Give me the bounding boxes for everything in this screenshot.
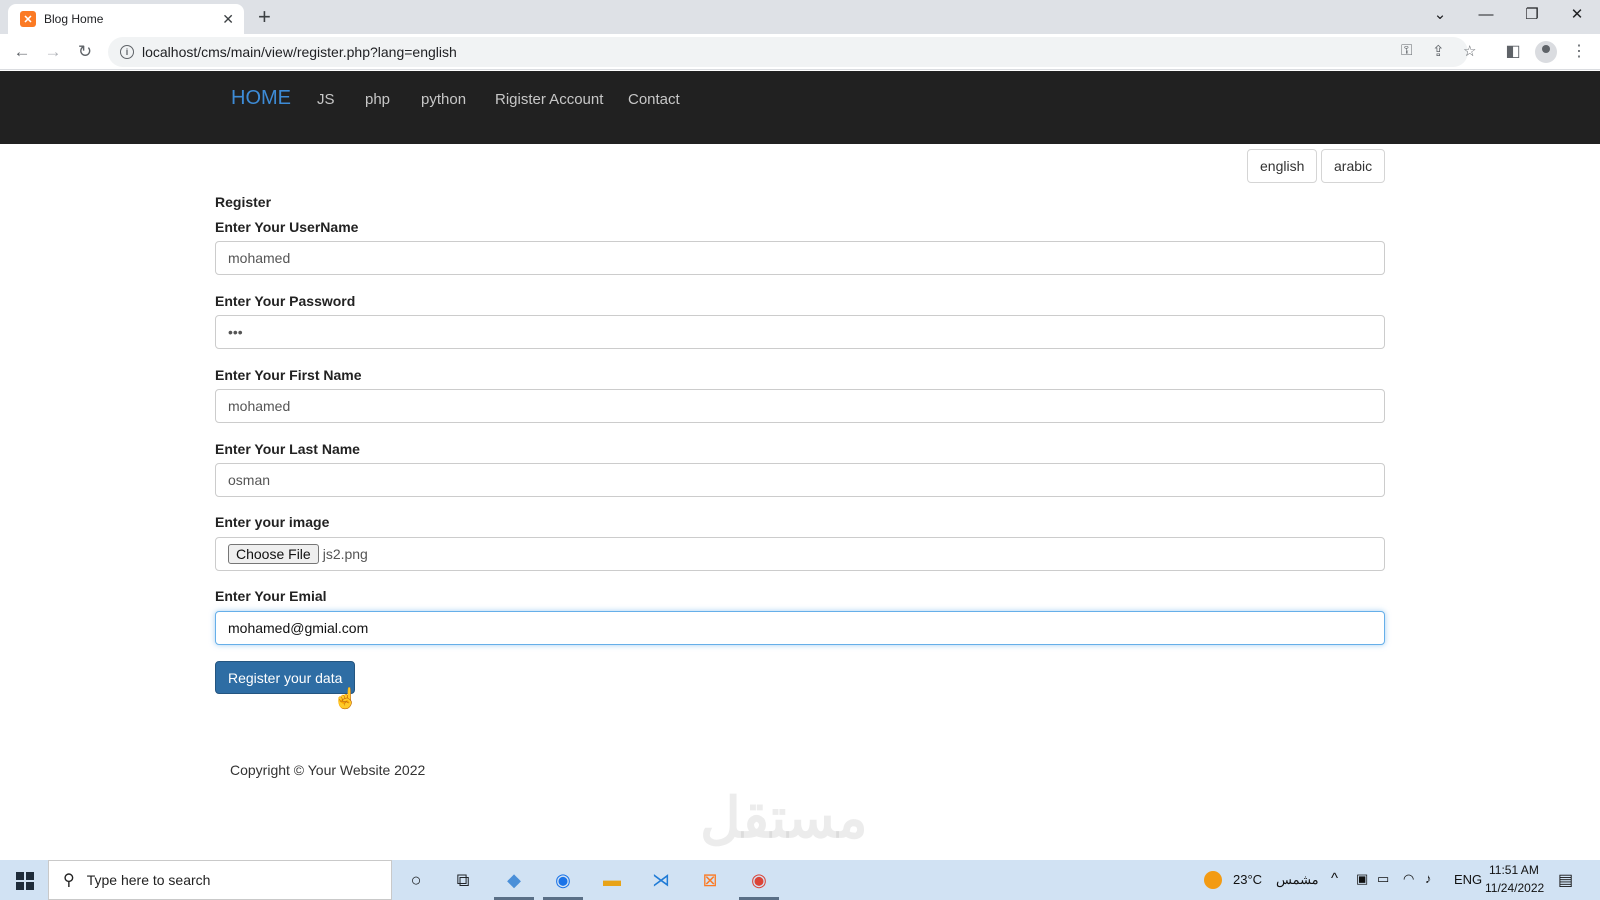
file-explorer-icon[interactable]: ▬ <box>599 868 625 892</box>
email-label: Enter Your Emial <box>215 588 327 604</box>
wifi-icon[interactable]: ◠ <box>1403 871 1414 887</box>
bookmark-star-icon[interactable]: ☆ <box>1463 42 1476 60</box>
hand-cursor-icon: ☝ <box>333 688 358 710</box>
windows-start-icon[interactable] <box>16 872 34 890</box>
xampp-icon[interactable]: ⊠ <box>697 868 723 892</box>
image-label: Enter your image <box>215 514 330 530</box>
form-title: Register <box>215 194 272 210</box>
minimize-button[interactable]: — <box>1463 2 1509 28</box>
battery-icon[interactable]: ▭ <box>1377 871 1389 887</box>
first-name-label: Enter Your First Name <box>215 367 362 383</box>
last-name-label: Enter Your Last Name <box>215 441 360 457</box>
vscode-icon[interactable]: ⋊ <box>648 868 674 892</box>
forward-icon[interactable]: → <box>40 39 66 65</box>
weather-condition[interactable]: مشمس <box>1276 872 1319 888</box>
volume-icon[interactable]: ♪ <box>1425 871 1432 886</box>
close-tab-icon[interactable]: ✕ <box>222 11 234 28</box>
last-name-input[interactable] <box>215 463 1385 497</box>
selected-file-name: js2.png <box>322 546 368 562</box>
task-view-icon[interactable]: ⧉ <box>450 868 476 892</box>
close-window-button[interactable]: ✕ <box>1554 2 1600 28</box>
password-label: Enter Your Password <box>215 293 356 309</box>
cortana-icon[interactable]: ○ <box>403 868 429 892</box>
url-text[interactable]: localhost/cms/main/view/register.php?lan… <box>142 44 457 60</box>
nav-link-python[interactable]: python <box>421 91 466 108</box>
new-tab-button[interactable]: + <box>258 4 271 30</box>
site-navbar: HOME JS php python Rigister Account Cont… <box>0 71 1600 144</box>
chrome-icon[interactable]: ◉ <box>746 868 772 892</box>
footer-copyright: Copyright © Your Website 2022 <box>230 762 426 778</box>
address-bar[interactable]: i localhost/cms/main/view/register.php?l… <box>108 37 1468 67</box>
email-input[interactable] <box>215 611 1385 645</box>
windows-taskbar: ⚲ Type here to search ○ ⧉ ◆ ◉ ▬ ⋊ ⊠ ◉ 23… <box>0 860 1600 900</box>
nav-link-js[interactable]: JS <box>317 91 335 108</box>
search-icon: ⚲ <box>63 872 75 889</box>
key-icon[interactable]: ⚿ <box>1401 42 1412 59</box>
tab-search-icon[interactable]: ⌄ <box>1417 2 1463 28</box>
username-label: Enter Your UserName <box>215 219 359 235</box>
image-file-field: Choose File js2.png <box>215 537 1385 571</box>
nav-link-contact[interactable]: Contact <box>628 91 680 108</box>
site-info-icon[interactable]: i <box>120 45 134 59</box>
nav-link-register-account[interactable]: Rigister Account <box>495 91 603 108</box>
restore-button[interactable]: ❐ <box>1509 2 1555 28</box>
side-panel-icon[interactable]: ◧ <box>1502 41 1524 61</box>
nav-home-link[interactable]: HOME <box>231 87 291 110</box>
first-name-input[interactable] <box>215 389 1385 423</box>
share-icon[interactable]: ⇪ <box>1432 42 1445 60</box>
clock-time[interactable]: 11:51 AM <box>1489 863 1539 877</box>
browser-tab-bar: ✕ Blog Home ✕ + ⌄ — ❐ ✕ <box>0 0 1600 34</box>
english-button[interactable]: english <box>1247 149 1317 183</box>
mostaql-watermark-logo: مستقل <box>700 786 868 849</box>
app-icon-pinned[interactable]: ◆ <box>501 868 527 892</box>
xampp-favicon-icon: ✕ <box>20 11 36 27</box>
taskbar-search-placeholder: Type here to search <box>86 872 211 888</box>
username-input[interactable] <box>215 241 1385 275</box>
clock-date[interactable]: 11/24/2022 <box>1485 881 1544 895</box>
browser-tab[interactable]: ✕ Blog Home ✕ <box>8 4 244 34</box>
chrome-profile-icon[interactable]: ◉ <box>550 868 576 892</box>
password-input[interactable] <box>215 315 1385 349</box>
weather-sun-icon[interactable] <box>1204 871 1222 889</box>
menu-kebab-icon[interactable]: ⋮ <box>1568 41 1590 61</box>
tab-title: Blog Home <box>44 12 104 26</box>
back-icon[interactable]: ← <box>9 39 35 65</box>
weather-temperature[interactable]: 23°C <box>1233 872 1262 887</box>
input-language[interactable]: ENG <box>1454 872 1482 887</box>
nav-link-php[interactable]: php <box>365 91 390 108</box>
reload-icon[interactable]: ↻ <box>72 39 98 65</box>
show-hidden-icons-chevron-icon[interactable]: ^ <box>1331 870 1338 887</box>
profile-avatar-icon[interactable] <box>1535 41 1557 63</box>
arabic-button[interactable]: arabic <box>1321 149 1385 183</box>
taskbar-search-box[interactable]: ⚲ Type here to search <box>48 860 392 900</box>
meet-now-icon[interactable]: ▣ <box>1356 871 1368 887</box>
browser-toolbar: ← → ↻ i localhost/cms/main/view/register… <box>0 34 1600 70</box>
notifications-icon[interactable]: ▤ <box>1558 870 1573 890</box>
choose-file-button[interactable]: Choose File <box>228 544 319 564</box>
